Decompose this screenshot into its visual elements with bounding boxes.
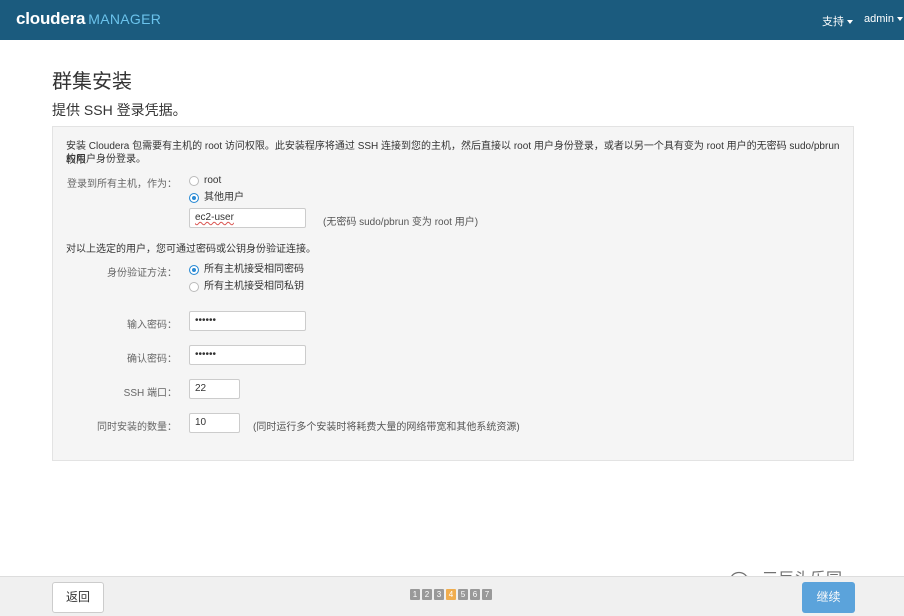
support-menu[interactable]: 支持 xyxy=(822,13,853,29)
step-5[interactable]: 5 xyxy=(458,589,468,600)
user-menu[interactable]: admin xyxy=(864,13,903,25)
wizard-steps: 1234567 xyxy=(410,584,494,600)
concurrent-installs-label: 同时安装的数量： xyxy=(97,422,177,433)
support-menu-label: 支持 xyxy=(822,16,844,28)
username-hint: (无密码 sudo/pbrun 变为 root 用户) xyxy=(323,217,479,228)
logo-product: MANAGER xyxy=(88,11,162,27)
step-4-active[interactable]: 4 xyxy=(446,589,456,600)
password-input[interactable]: •••••• xyxy=(189,311,306,331)
intro-line-2: 的用户身份登录。 xyxy=(66,154,146,165)
step-2[interactable]: 2 xyxy=(422,589,432,600)
ssh-credentials-panel: 安装 Cloudera 包需要有主机的 root 访问权限。此安装程序将通过 S… xyxy=(52,126,854,461)
top-navbar: cloudera MANAGER 支持 admin xyxy=(0,0,904,40)
login-as-label: 登录到所有主机，作为： xyxy=(67,179,177,190)
username-value: ec2-user xyxy=(195,212,234,223)
auth-same-private-key-label[interactable]: 所有主机接受相同私钥 xyxy=(204,280,304,294)
ssh-port-input[interactable]: 22 xyxy=(189,379,240,399)
logo-brand: cloudera xyxy=(16,9,86,28)
step-6[interactable]: 6 xyxy=(470,589,480,600)
ssh-port-label: SSH 端口： xyxy=(123,388,177,399)
user-menu-label: admin xyxy=(864,13,894,25)
intro-line-1: 安装 Cloudera 包需要有主机的 root 访问权限。此安装程序将通过 S… xyxy=(66,141,840,166)
login-other-user-label[interactable]: 其他用户 xyxy=(204,191,244,205)
concurrent-installs-input[interactable]: 10 xyxy=(189,413,240,433)
username-input[interactable]: ec2-user xyxy=(189,208,306,228)
auth-intro-text: 对以上选定的用户，您可通过密码或公钥身份验证连接。 xyxy=(66,244,316,255)
cloudera-manager-logo[interactable]: cloudera MANAGER xyxy=(16,9,161,29)
continue-button[interactable]: 继续 xyxy=(802,582,855,613)
chevron-down-icon xyxy=(896,17,903,22)
auth-method-label: 身份验证方法： xyxy=(107,268,177,279)
step-3[interactable]: 3 xyxy=(434,589,444,600)
concurrent-installs-hint: (同时运行多个安装时将耗费大量的网络带宽和其他系统资源) xyxy=(253,422,520,433)
auth-same-password-label[interactable]: 所有主机接受相同密码 xyxy=(204,263,304,277)
page-subtitle: 提供 SSH 登录凭据。 xyxy=(52,102,187,118)
confirm-password-input[interactable]: •••••• xyxy=(189,345,306,365)
auth-same-private-key-radio[interactable] xyxy=(189,282,199,292)
step-1[interactable]: 1 xyxy=(410,589,420,600)
back-button[interactable]: 返回 xyxy=(52,582,104,613)
auth-same-password-radio[interactable] xyxy=(189,265,199,275)
step-7[interactable]: 7 xyxy=(482,589,492,600)
login-root-radio[interactable] xyxy=(189,176,199,186)
login-other-user-radio[interactable] xyxy=(189,193,199,203)
chevron-down-icon xyxy=(847,20,853,25)
page-title: 群集安装 xyxy=(52,71,132,93)
confirm-password-label: 确认密码： xyxy=(127,354,177,365)
password-label: 输入密码： xyxy=(127,320,177,331)
login-root-label[interactable]: root xyxy=(204,174,221,188)
